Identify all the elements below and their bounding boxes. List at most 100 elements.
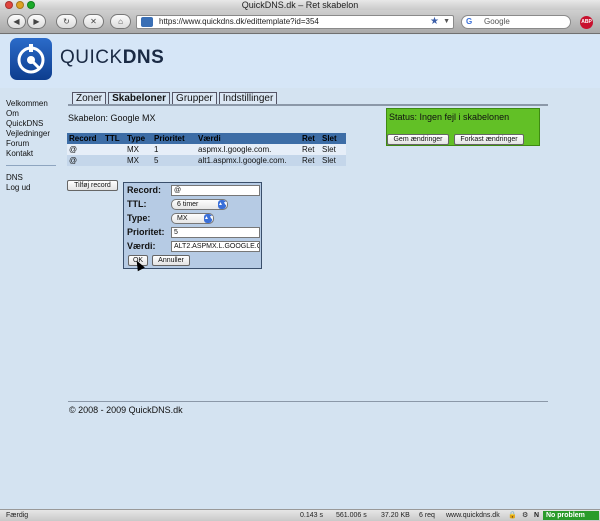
reload-icon: ↻ <box>63 17 70 26</box>
cancel-button[interactable]: Annuller <box>152 255 190 266</box>
chevron-updown-icon: ▲▼ <box>204 214 214 223</box>
type-label: Type: <box>127 213 151 223</box>
status-panel: Status: Ingen fejl i skabelonen Gem ændr… <box>386 108 540 146</box>
back-button[interactable]: ◀ <box>7 14 26 29</box>
url-dropdown-icon[interactable]: ▼ <box>443 16 450 28</box>
type-select[interactable]: MX ▲▼ <box>171 213 214 224</box>
col-ttl: TTL <box>103 133 125 144</box>
sidebar-nav: Velkommen Om QuickDNS Vejledninger Forum… <box>6 99 58 193</box>
value-label: Værdi: <box>127 241 156 251</box>
sidebar-item-kontakt[interactable]: Kontakt <box>6 149 58 159</box>
back-icon: ◀ <box>13 17 20 26</box>
sidebar-item-om-quickdns[interactable]: Om QuickDNS <box>6 109 58 129</box>
cell-ttl <box>103 144 125 155</box>
window-titlebar: QuickDNS.dk – Ret skabelon <box>0 0 600 10</box>
cell-record: @ <box>67 155 103 166</box>
col-slet: Slet <box>320 133 346 144</box>
window-controls <box>5 1 35 9</box>
sidebar-divider <box>6 165 56 166</box>
adblock-icon[interactable]: ABP <box>580 16 593 29</box>
footer-copyright: © 2008 - 2009 QuickDNS.dk <box>69 405 183 415</box>
reload-button[interactable]: ↻ <box>56 14 77 29</box>
cell-prioritet: 5 <box>152 155 196 166</box>
record-field[interactable]: @ <box>171 185 260 196</box>
google-icon: G <box>466 17 473 26</box>
window-title: QuickDNS.dk – Ret skabelon <box>241 0 359 10</box>
col-ret: Ret <box>300 133 320 144</box>
save-changes-button[interactable]: Gem ændringer <box>387 134 449 145</box>
zoom-window-icon[interactable] <box>27 1 35 9</box>
logo-text-light: QUICK <box>60 47 123 68</box>
table-row: @ MX 5 alt1.aspmx.l.google.com. Ret Slet <box>67 155 346 166</box>
sidebar-item-velkommen[interactable]: Velkommen <box>6 99 58 109</box>
url-text: https://www.quickdns.dk/edittemplate?id=… <box>159 17 319 26</box>
footer-divider <box>68 401 548 402</box>
priority-field[interactable]: 5 <box>171 227 260 238</box>
status-left-text: Færdig <box>6 512 29 519</box>
search-input[interactable]: G Google <box>461 15 571 29</box>
ttl-select[interactable]: 6 timer ▲▼ <box>171 199 228 210</box>
status-time-2: 561.006 s <box>336 512 367 519</box>
forward-button[interactable]: ▶ <box>27 14 46 29</box>
lock-icon: 🔒 <box>508 512 517 519</box>
cell-vaerdi: aspmx.l.google.com. <box>196 144 300 155</box>
search-placeholder: Google <box>484 17 510 26</box>
browser-statusbar: Færdig 0.143 s 561.006 s 37.20 KB 6 req … <box>0 509 600 521</box>
col-record: Record <box>67 133 103 144</box>
logo-text-bold: DNS <box>122 47 165 68</box>
edit-record-form: Record: @ TTL: 6 timer ▲▼ Type: MX ▲▼ Pr… <box>123 182 262 269</box>
stop-icon: ✕ <box>90 17 97 26</box>
ttl-selected-value: 6 timer <box>177 201 199 208</box>
cell-record: @ <box>67 144 103 155</box>
status-host: www.quickdns.dk <box>446 512 500 519</box>
browser-toolbar: ◀ ▶ ↻ ✕ ⌂ https://www.quickdns.dk/editte… <box>0 10 600 34</box>
col-type: Type <box>125 133 152 144</box>
add-record-button[interactable]: Tilføj record <box>67 180 118 191</box>
forward-icon: ▶ <box>33 17 40 26</box>
status-size: 37.20 KB <box>381 512 410 519</box>
sidebar-item-log-ud[interactable]: Log ud <box>6 183 58 193</box>
priority-label: Prioritet: <box>127 227 165 237</box>
records-table: Record TTL Type Prioritet Værdi Ret Slet… <box>67 133 346 166</box>
value-field[interactable]: ALT2.ASPMX.L.GOOGLE.COM <box>171 241 260 252</box>
table-row: @ MX 1 aspmx.l.google.com. Ret Slet <box>67 144 346 155</box>
tools-icon: ⚙ <box>522 512 529 519</box>
site-logo-text[interactable]: QUICKDNS <box>60 47 164 69</box>
page-content: QUICKDNS Velkommen Om QuickDNS Vejlednin… <box>0 35 600 509</box>
close-window-icon[interactable] <box>5 1 13 9</box>
cell-ttl <box>103 155 125 166</box>
home-button[interactable]: ⌂ <box>110 14 131 29</box>
sidebar-item-vejledninger[interactable]: Vejledninger <box>6 129 58 139</box>
url-bar[interactable]: https://www.quickdns.dk/edittemplate?id=… <box>136 15 454 29</box>
sidebar-item-forum[interactable]: Forum <box>6 139 58 149</box>
sidebar-item-dns[interactable]: DNS <box>6 173 58 183</box>
cell-type: MX <box>125 155 152 166</box>
chevron-updown-icon: ▲▼ <box>218 200 228 209</box>
ttl-label: TTL: <box>127 199 147 209</box>
edit-record-link[interactable]: Ret <box>300 155 320 166</box>
template-title: Skabelon: Google MX <box>68 113 156 123</box>
tab-divider <box>68 104 548 106</box>
edit-record-link[interactable]: Ret <box>300 144 320 155</box>
records-header-row: Record TTL Type Prioritet Værdi Ret Slet <box>67 133 346 144</box>
status-time-1: 0.143 s <box>300 512 323 519</box>
minimize-window-icon[interactable] <box>16 1 24 9</box>
col-prioritet: Prioritet <box>152 133 196 144</box>
type-selected-value: MX <box>177 215 188 222</box>
site-favicon-icon <box>141 17 153 27</box>
bookmark-star-icon[interactable]: ★ <box>430 16 439 28</box>
status-text: Status: Ingen fejl i skabelonen <box>389 112 510 122</box>
status-badge: No problem <box>543 511 599 520</box>
quickdns-logo-icon[interactable] <box>10 38 52 80</box>
col-vaerdi: Værdi <box>196 133 300 144</box>
delete-record-link[interactable]: Slet <box>320 155 346 166</box>
site-header: QUICKDNS <box>0 35 600 88</box>
discard-changes-button[interactable]: Forkast ændringer <box>454 134 524 145</box>
home-icon: ⌂ <box>118 17 123 26</box>
cell-type: MX <box>125 144 152 155</box>
noscript-icon[interactable]: N <box>534 510 539 521</box>
cell-prioritet: 1 <box>152 144 196 155</box>
status-requests: 6 req <box>419 512 435 519</box>
delete-record-link[interactable]: Slet <box>320 144 346 155</box>
stop-button[interactable]: ✕ <box>83 14 104 29</box>
